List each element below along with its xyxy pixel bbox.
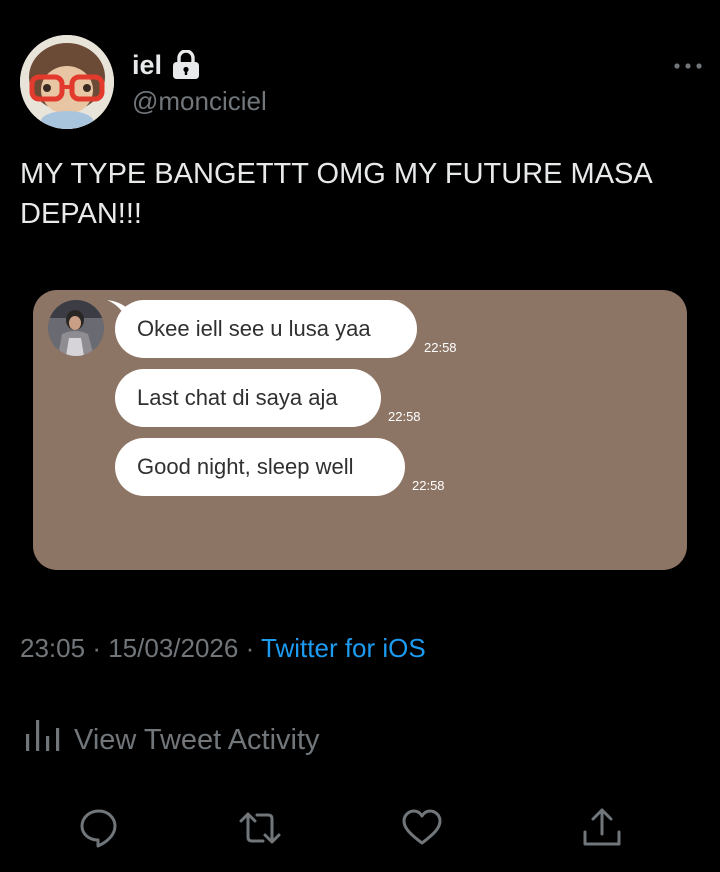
chat-contact-avatar — [48, 300, 104, 356]
chat-message-time: 22:58 — [424, 340, 457, 355]
share-icon — [580, 806, 624, 850]
meta-separator: · — [245, 633, 255, 663]
author-name-row[interactable]: iel — [132, 49, 200, 80]
meta-separator: · — [92, 633, 101, 663]
retweet-icon — [238, 806, 282, 850]
like-button[interactable] — [400, 806, 444, 850]
tweet-meta: 23:05 · 15/03/2026 · Twitter for iOS — [20, 632, 426, 664]
lock-icon — [172, 49, 200, 80]
chat-message-time: 22:58 — [412, 478, 445, 493]
share-button[interactable] — [580, 806, 624, 850]
chat-message-text: Good night, sleep well — [137, 454, 354, 479]
tweet-source-link[interactable]: Twitter for iOS — [261, 633, 426, 663]
chat-bubble: Last chat di saya aja — [115, 369, 381, 427]
author-handle[interactable]: @monciciel — [132, 86, 267, 116]
avatar[interactable] — [20, 35, 114, 129]
more-options-icon[interactable] — [672, 58, 704, 74]
reply-icon — [77, 806, 121, 850]
heart-icon — [400, 806, 444, 850]
chat-message-text: Okee iell see u lusa yaa — [137, 316, 371, 341]
bar-chart-icon — [24, 716, 62, 763]
chat-bubble: Good night, sleep well — [115, 438, 405, 496]
tweet-text: MY TYPE BANGETTT OMG MY FUTURE MASA DEPA… — [20, 158, 652, 230]
author-display-name[interactable]: iel — [132, 50, 162, 80]
view-tweet-activity-button[interactable]: View Tweet Activity — [24, 716, 320, 763]
tweet-time: 23:05 — [20, 633, 86, 663]
avatar-image — [20, 35, 114, 129]
chat-message-time: 22:58 — [388, 409, 421, 424]
reply-button[interactable] — [77, 806, 121, 850]
tweet-media-image[interactable]: Okee iell see u lusa yaa 22:58 Last chat… — [33, 290, 687, 570]
retweet-button[interactable] — [238, 806, 282, 850]
chat-message-text: Last chat di saya aja — [137, 385, 338, 410]
tweet-date: 15/03/2026 — [108, 633, 239, 663]
view-tweet-activity-label: View Tweet Activity — [74, 723, 320, 756]
chat-bubble: Okee iell see u lusa yaa — [115, 300, 417, 358]
